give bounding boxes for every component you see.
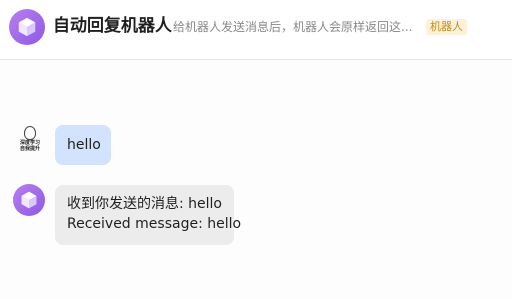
bot-title: 自动回复机器人 [53,16,172,36]
bot-tag-badge: 机器人 [426,19,467,35]
face-sketch-icon [24,126,36,140]
bot-message-bubble: 收到你发送的消息: hello Received message: hello [55,185,242,245]
user-message-bubble: hello [55,125,111,165]
user-message-text: hello [67,137,101,153]
chat-header: 自动回复机器人 给机器人发送消息后，机器人会原样返回这... 机器人 [0,0,512,60]
user-avatar[interactable]: 深度学习 自我提升 [14,124,46,160]
bot-message-line-zh: 收到你发送的消息: hello [67,196,222,212]
avatar-caption-line2: 自我提升 [19,146,40,152]
bot-avatar[interactable] [9,9,45,45]
cube-icon [18,17,36,37]
cube-icon [21,191,37,209]
bot-message-avatar[interactable] [13,184,45,216]
bot-message-line-en: Received message: hello [67,216,242,232]
bot-description: 给机器人发送消息后，机器人会原样返回这... [173,20,413,34]
